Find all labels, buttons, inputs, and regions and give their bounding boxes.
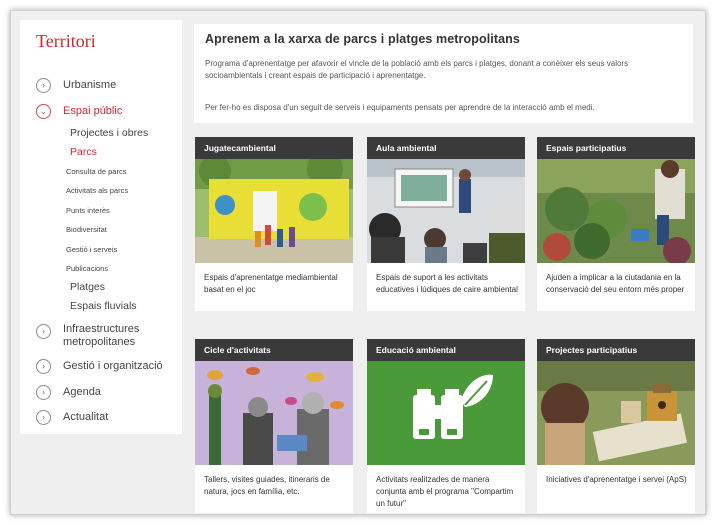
card-image[interactable] xyxy=(367,361,525,465)
sidebar-subsub-gestio[interactable]: Gestió i serveis xyxy=(66,245,117,254)
card-image[interactable] xyxy=(537,361,695,465)
card-cicle-activitats[interactable]: Cicle d'activitats Tallers, visites guia… xyxy=(195,339,353,513)
card-title[interactable]: Jugatecambiental xyxy=(195,137,353,159)
chevron-right-icon[interactable]: › xyxy=(36,78,51,93)
card-image[interactable] xyxy=(195,159,353,263)
sidebar-nav: Territori › Urbanisme ⌄ Espai públic Pro… xyxy=(20,20,182,434)
chevron-down-icon[interactable]: ⌄ xyxy=(36,104,51,119)
sidebar-item-espai-public[interactable]: ⌄ Espai públic xyxy=(36,104,122,119)
card-image[interactable] xyxy=(195,361,353,465)
chevron-right-icon[interactable]: › xyxy=(36,359,51,374)
card-description[interactable]: Tallers, visites guiades, itineraris de … xyxy=(195,465,353,498)
sidebar-item-label[interactable]: Gestió i organització xyxy=(63,360,163,373)
sidebar-subitem-projectes[interactable]: Projectes i obres xyxy=(70,127,148,139)
card-description[interactable]: Espais d'aprenentatge mediambiental basa… xyxy=(195,263,353,296)
card-jugatecambiental[interactable]: Jugatecambiental Espais d'aprenentatge m… xyxy=(195,137,353,311)
sidebar-item-actualitat[interactable]: › Actualitat xyxy=(36,410,108,425)
sidebar-item-label[interactable]: Actualitat xyxy=(63,411,108,424)
card-image[interactable] xyxy=(537,159,695,263)
card-description[interactable]: Activitats realitzades de manera conjunt… xyxy=(367,465,525,510)
card-title[interactable]: Cicle d'activitats xyxy=(195,339,353,361)
sidebar-item-label[interactable]: Agenda xyxy=(63,386,101,399)
sidebar-item-agenda[interactable]: › Agenda xyxy=(36,385,101,400)
sidebar-subitem-espais-fluvials[interactable]: Espais fluvials xyxy=(70,300,137,312)
sidebar-subsub-punts[interactable]: Punts interès xyxy=(66,206,110,215)
chevron-right-icon[interactable]: › xyxy=(36,410,51,425)
sidebar-subsub-consulta[interactable]: Consulta de parcs xyxy=(66,167,126,176)
sidebar-item-infraestructures[interactable]: › Infraestructures metropolitanes xyxy=(36,323,158,349)
card-title[interactable]: Espais participatius xyxy=(537,137,695,159)
sidebar-item-label[interactable]: Infraestructures metropolitanes xyxy=(63,323,158,349)
card-description[interactable]: Ajuden a implicar a la ciutadania en la … xyxy=(537,263,695,296)
card-description[interactable]: Espais de suport a les activitats educat… xyxy=(367,263,525,296)
sidebar-title[interactable]: Territori xyxy=(36,31,96,52)
card-title[interactable]: Projectes participatius xyxy=(537,339,695,361)
sidebar-subsub-publicacions[interactable]: Publicacions xyxy=(66,264,108,273)
card-title[interactable]: Educació ambiental xyxy=(367,339,525,361)
chevron-right-icon[interactable]: › xyxy=(36,385,51,400)
page-title: Aprenem a la xarxa de parcs i platges me… xyxy=(205,32,520,46)
sidebar-item-gestio[interactable]: › Gestió i organització xyxy=(36,359,163,374)
intro-paragraph: Per fer-ho es disposa d'un seguit de ser… xyxy=(205,103,595,112)
card-espais-participatius[interactable]: Espais participatius Ajuden a implicar a… xyxy=(537,137,695,311)
sidebar-item-urbanisme[interactable]: › Urbanisme xyxy=(36,78,116,93)
card-image[interactable] xyxy=(367,159,525,263)
card-description[interactable]: Iniciatives d'aprenentatge i servei (ApS… xyxy=(537,465,695,486)
card-aula-ambiental[interactable]: Aula ambiental Espais de suport a les ac… xyxy=(367,137,525,311)
sidebar-item-label[interactable]: Urbanisme xyxy=(63,79,116,92)
sidebar-subitem-platges[interactable]: Platges xyxy=(70,281,105,293)
browser-frame: Territori › Urbanisme ⌄ Espai públic Pro… xyxy=(10,10,706,515)
intro-paragraph: Programa d'aprenentatge per afavorir el … xyxy=(205,59,629,80)
sidebar-subitem-parcs[interactable]: Parcs xyxy=(70,146,97,158)
sidebar-subsub-activitats[interactable]: Activitats als parcs xyxy=(66,186,128,195)
sidebar-item-label[interactable]: Espai públic xyxy=(63,105,122,118)
card-projectes-participatius[interactable]: Projectes participatius Iniciatives d'ap… xyxy=(537,339,695,513)
intro-panel: Aprenem a la xarxa de parcs i platges me… xyxy=(194,24,693,123)
binoculars-leaf-icon xyxy=(367,361,525,465)
card-educacio-ambiental[interactable]: Educació ambiental Activitats realitzade… xyxy=(367,339,525,513)
sidebar-subsub-biodiversitat[interactable]: Biodiversitat xyxy=(66,225,107,234)
card-title[interactable]: Aula ambiental xyxy=(367,137,525,159)
chevron-right-icon[interactable]: › xyxy=(36,324,51,339)
